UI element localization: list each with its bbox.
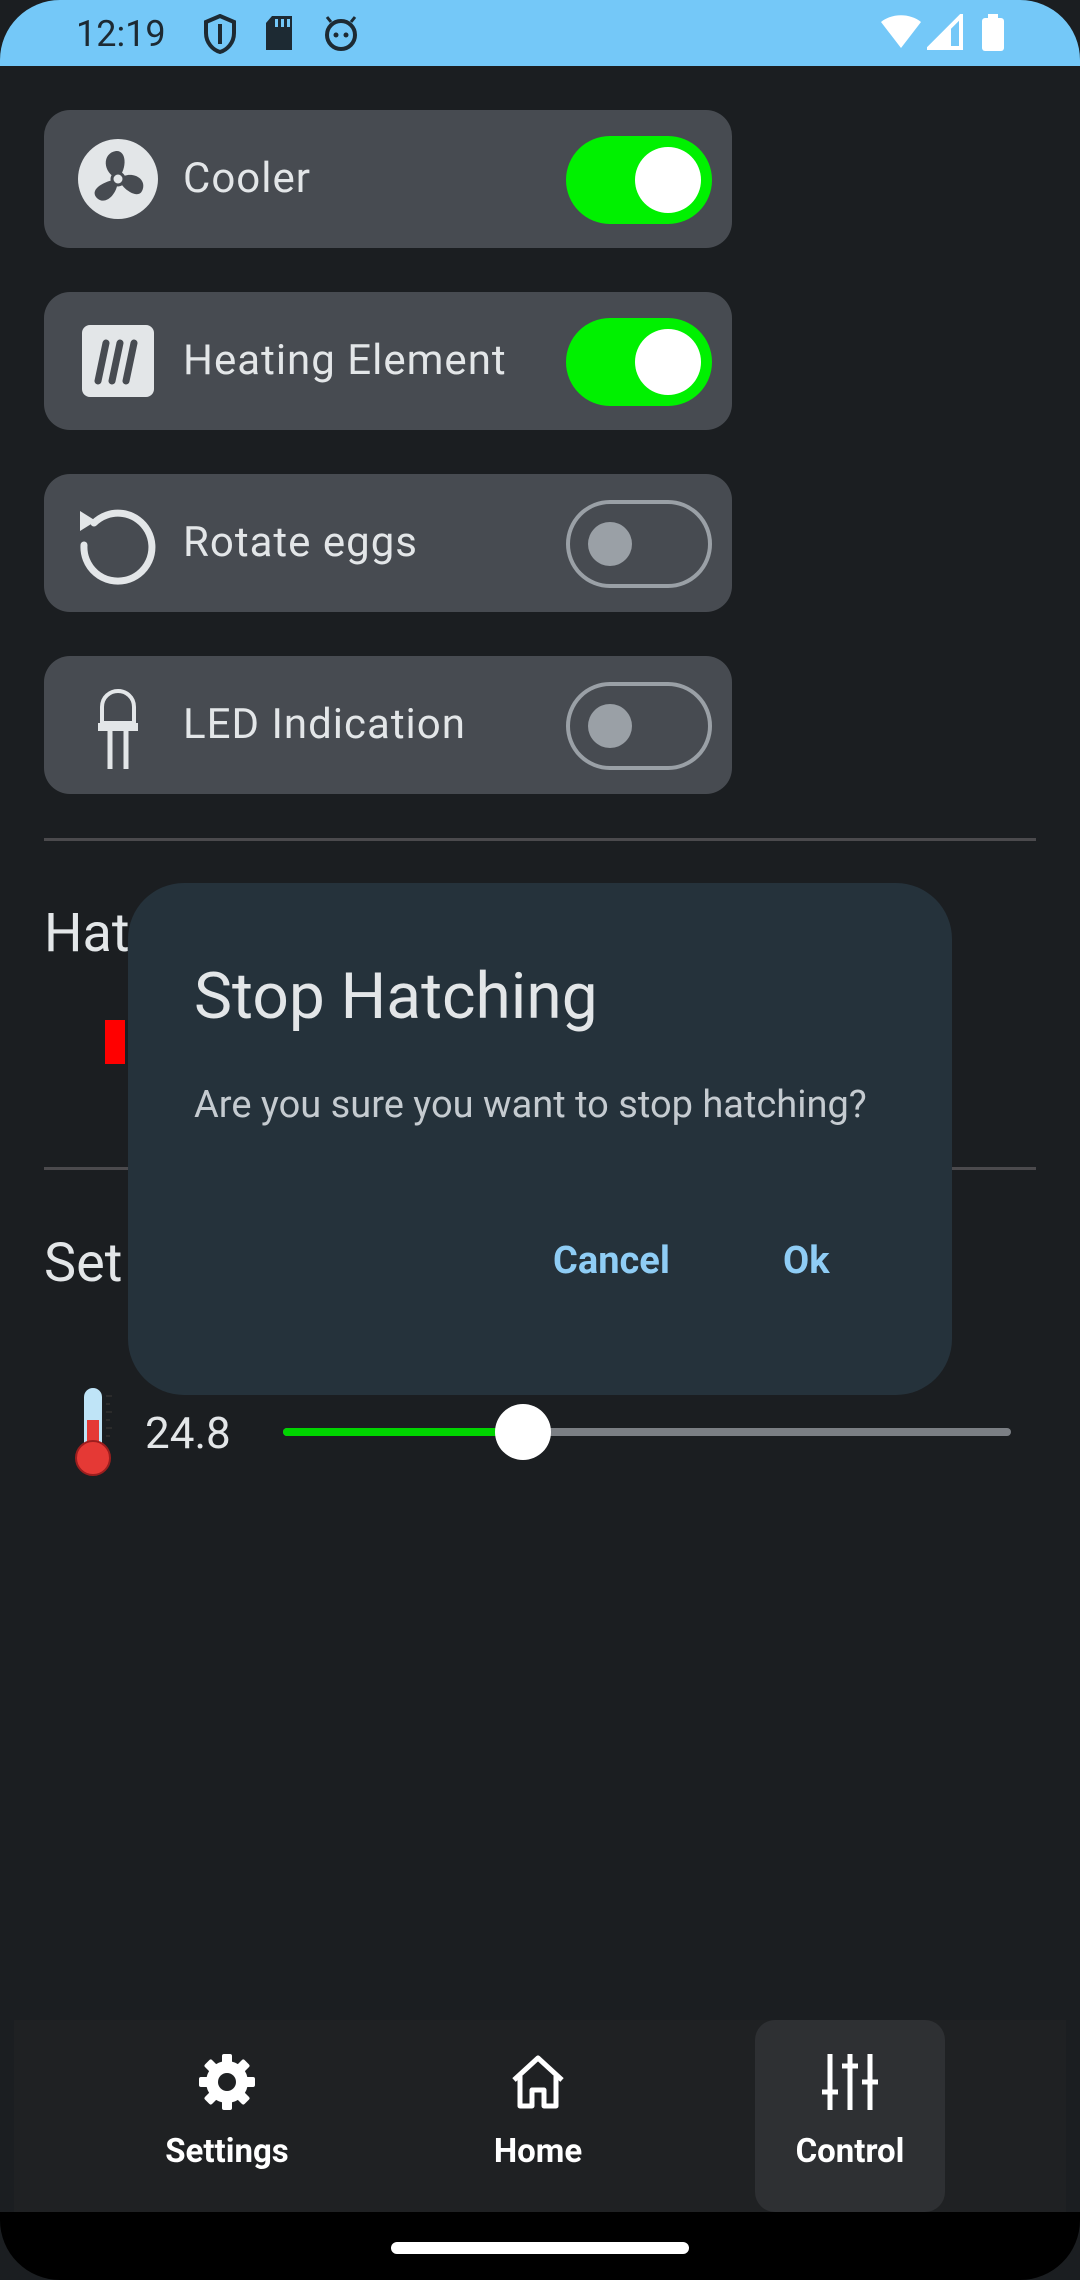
sd-card-icon — [266, 16, 292, 50]
divider — [44, 838, 1036, 841]
led-indication-switch[interactable] — [566, 682, 712, 770]
heating-element-switch[interactable] — [566, 318, 712, 406]
dialog-title: Stop Hatching — [194, 959, 598, 1034]
ok-button[interactable]: Ok — [783, 1239, 830, 1283]
heating-element-card: Heating Element — [44, 292, 732, 430]
slider-thumb[interactable] — [495, 1404, 552, 1460]
rotate-icon — [80, 509, 156, 585]
nav-control-label: Control — [795, 2132, 905, 2171]
cooler-switch[interactable] — [566, 136, 712, 224]
switch-knob — [635, 329, 701, 395]
nav-home-label: Home — [493, 2132, 583, 2171]
led-indication-label: LED Indication — [183, 700, 466, 749]
bottom-navigation: Settings Home Control — [14, 2020, 1066, 2212]
cancel-button[interactable]: Cancel — [553, 1239, 670, 1283]
wifi-icon — [881, 15, 921, 48]
rotate-eggs-card: Rotate eggs — [44, 474, 732, 612]
rotate-eggs-label: Rotate eggs — [183, 518, 418, 567]
android-face-icon — [325, 16, 357, 51]
status-bar: 12:19 — [0, 0, 1080, 66]
home-icon — [512, 2055, 564, 2109]
sliders-icon — [822, 2054, 878, 2110]
cell-signal-icon — [927, 14, 963, 50]
dialog-message: Are you sure you want to stop hatching? — [194, 1083, 867, 1127]
nav-settings-label: Settings — [165, 2132, 289, 2171]
thermometer-icon — [75, 1388, 112, 1476]
fan-icon — [78, 139, 158, 219]
shield-icon — [204, 14, 236, 54]
switch-knob — [635, 147, 701, 213]
rotate-eggs-switch[interactable] — [566, 500, 712, 588]
stop-hatching-dialog: Stop Hatching Are you sure you want to s… — [128, 883, 952, 1395]
slider-active-track — [283, 1428, 524, 1436]
nav-home[interactable]: Home — [443, 2020, 633, 2212]
heating-element-icon — [82, 325, 154, 397]
heating-element-label: Heating Element — [183, 336, 507, 385]
switch-knob — [588, 704, 632, 748]
hatching-heading: Hat — [44, 902, 130, 965]
hatching-stop-indicator — [105, 1020, 125, 1064]
led-icon — [98, 688, 138, 769]
gesture-handle[interactable] — [391, 2242, 689, 2254]
temperature-slider[interactable] — [283, 1404, 1011, 1460]
switch-knob — [588, 522, 632, 566]
nav-control[interactable]: Control — [755, 2020, 945, 2212]
setpoint-heading: Set — [44, 1232, 123, 1295]
status-time: 12:19 — [76, 13, 166, 55]
cooler-label: Cooler — [183, 154, 311, 203]
gear-icon — [199, 2054, 255, 2110]
led-indication-card: LED Indication — [44, 656, 732, 794]
cooler-card: Cooler — [44, 110, 732, 248]
battery-icon — [982, 14, 1004, 51]
nav-settings[interactable]: Settings — [132, 2020, 322, 2212]
temperature-value: 24.8 — [145, 1407, 231, 1459]
